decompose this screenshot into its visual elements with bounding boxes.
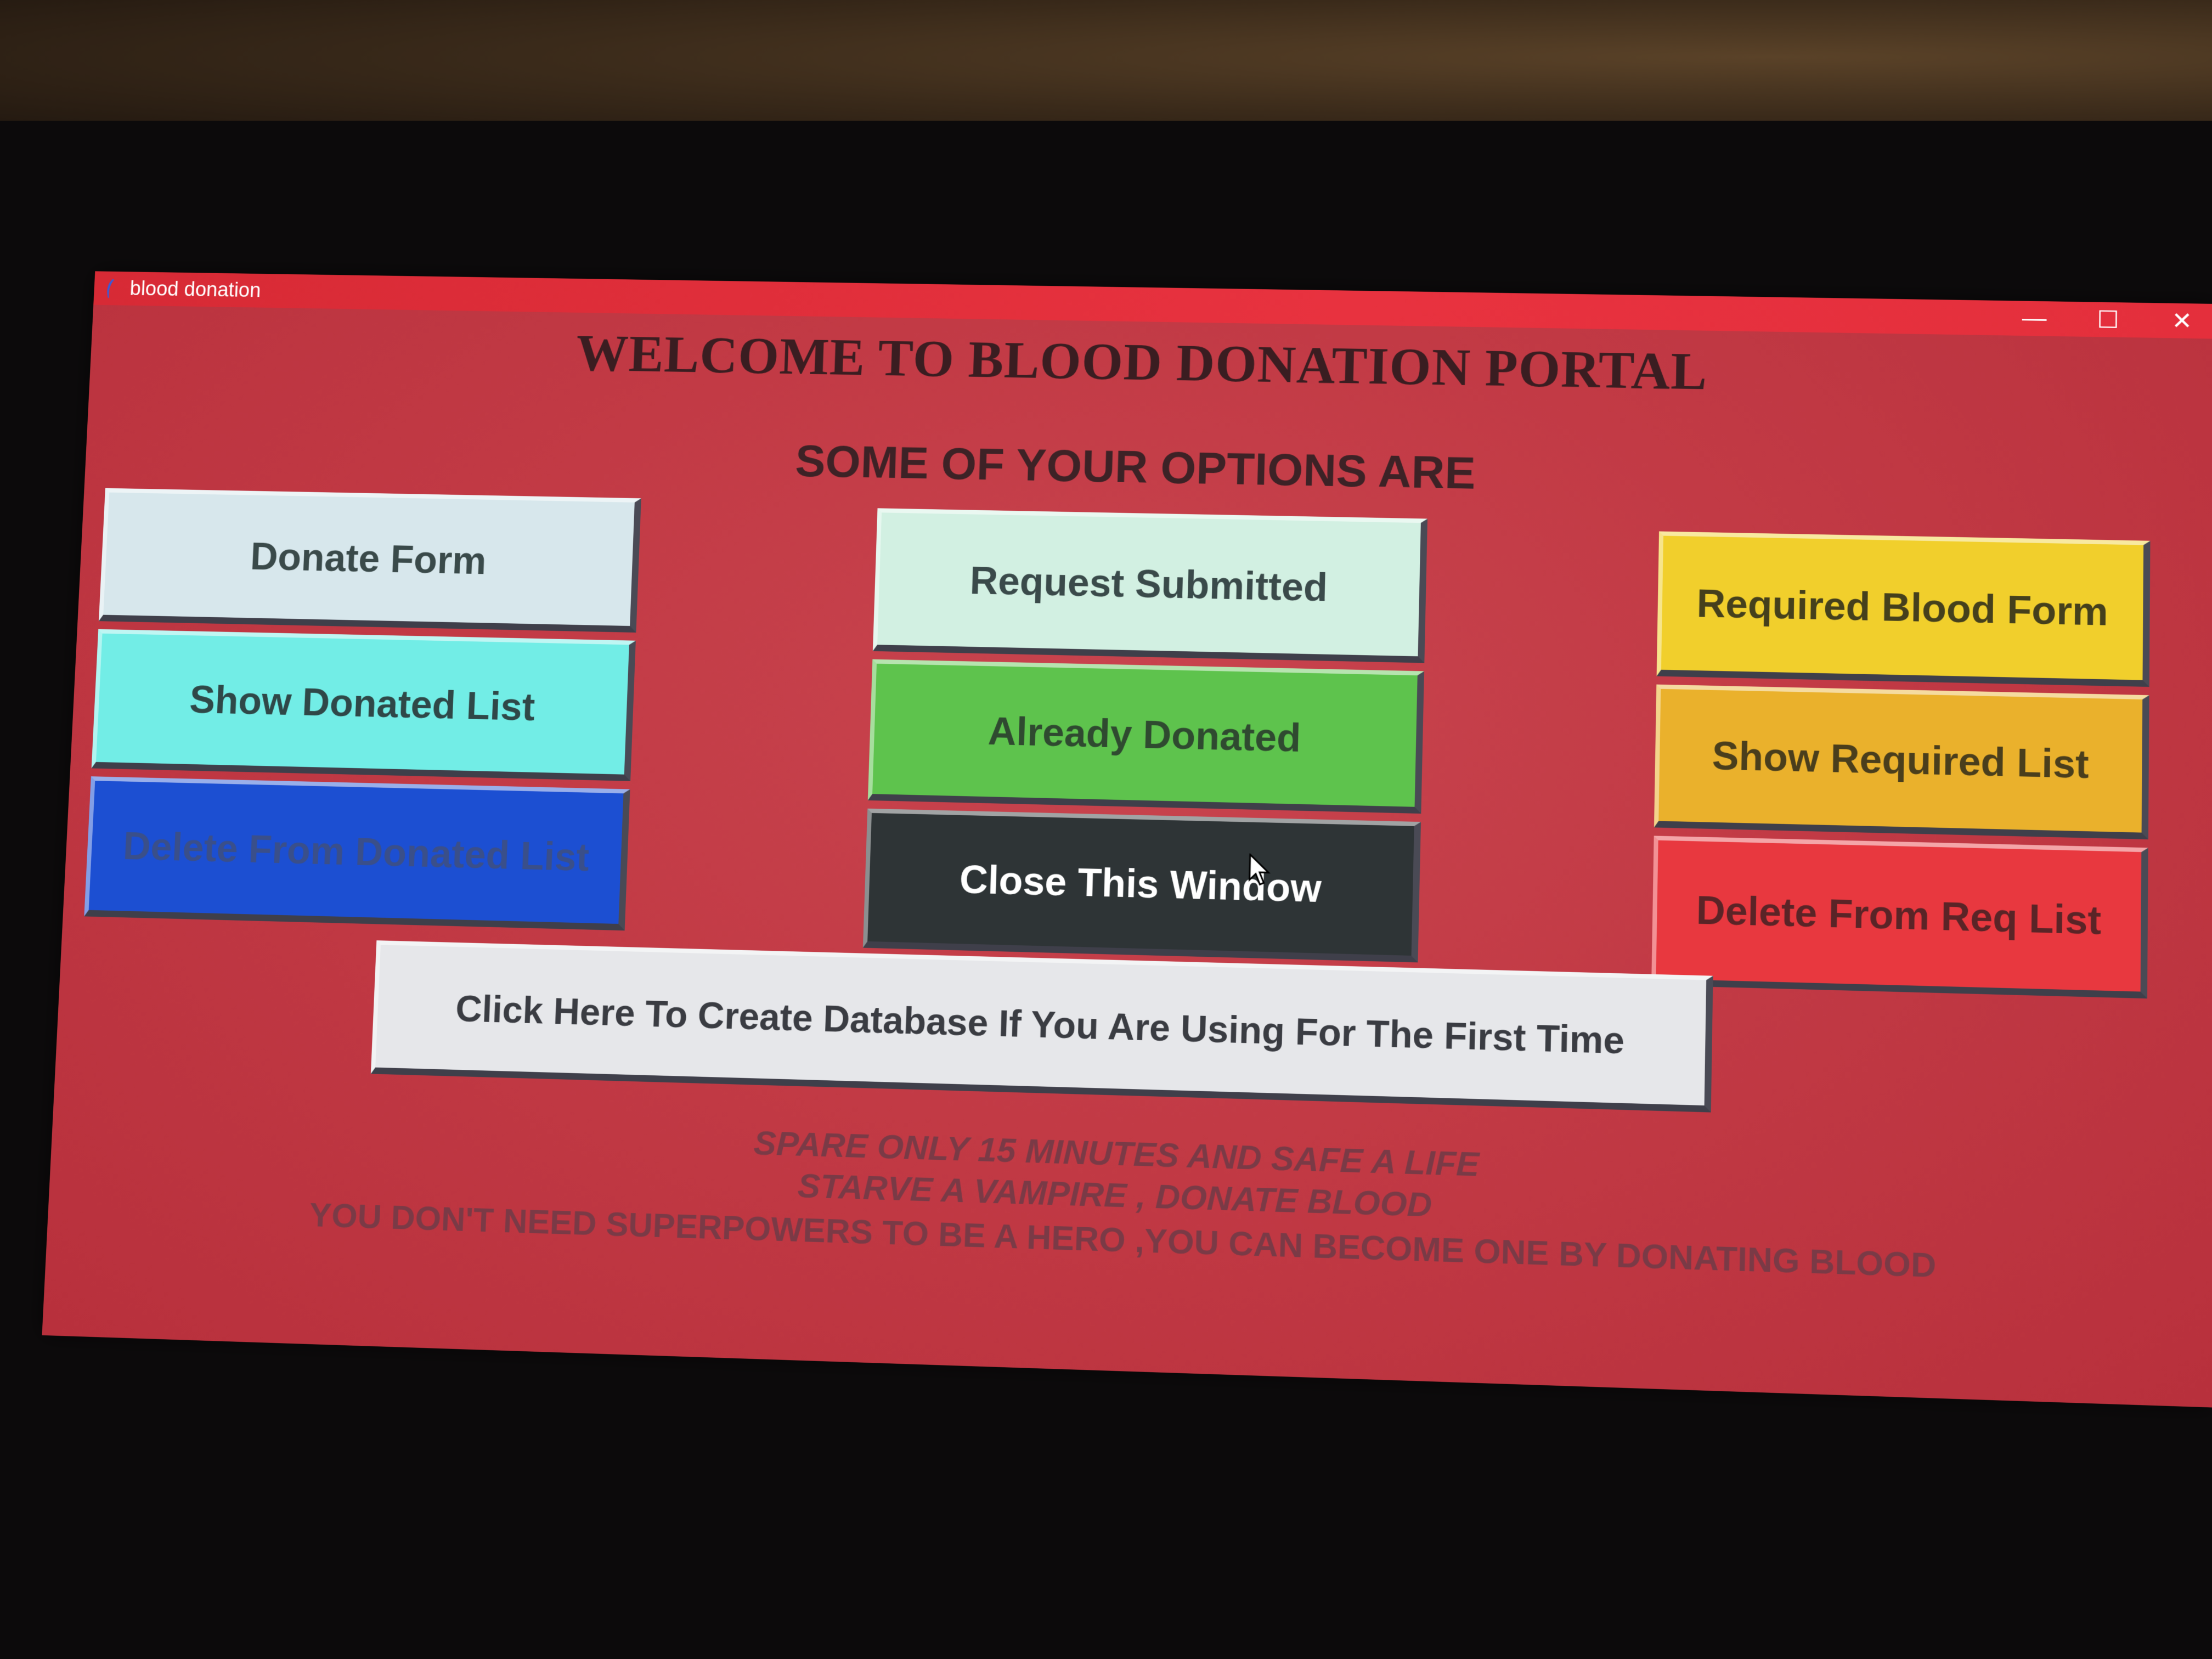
maximize-icon[interactable]: ☐ (2071, 302, 2145, 338)
close-icon[interactable]: ✕ (2145, 303, 2212, 339)
show-donated-list-button[interactable]: Show Donated List (92, 629, 636, 781)
window-controls: — ☐ ✕ (1997, 301, 2212, 339)
request-submitted-button[interactable]: Request Submitted (873, 508, 1427, 663)
delete-from-req-list-button[interactable]: Delete From Req List (1651, 836, 2148, 998)
already-donated-button[interactable]: Already Donated (868, 659, 1424, 814)
required-blood-form-button[interactable]: Required Blood Form (1657, 532, 2151, 687)
feather-icon (104, 278, 116, 299)
window-title: blood donation (129, 277, 262, 302)
app-window: blood donation — ☐ ✕ WELCOME TO BLOOD DO… (42, 271, 2212, 1407)
create-database-button[interactable]: Click Here To Create Database If You Are… (371, 940, 1713, 1112)
delete-from-donated-list-button[interactable]: Delete From Donated List (84, 776, 630, 930)
show-required-list-button[interactable]: Show Required List (1654, 685, 2149, 839)
donate-form-button[interactable]: Donate Form (99, 488, 641, 633)
mouse-pointer-icon (1248, 854, 1271, 887)
close-window-button[interactable]: Close This Window (863, 809, 1421, 963)
minimize-icon[interactable]: — (1997, 301, 2072, 337)
